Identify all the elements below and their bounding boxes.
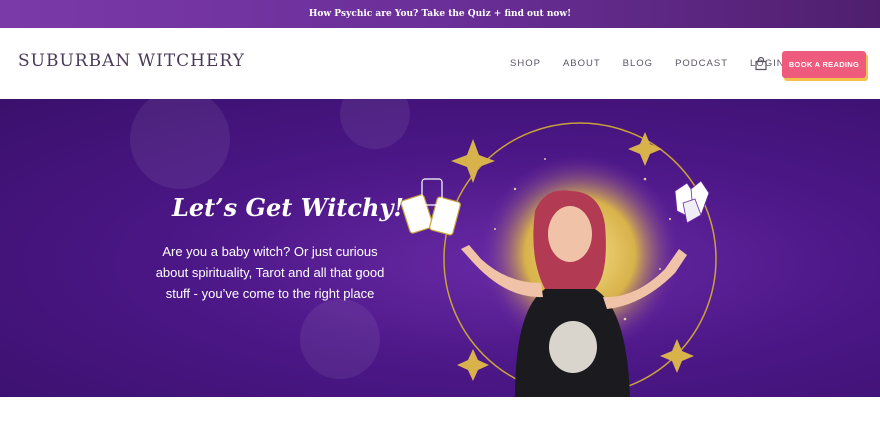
site-logo[interactable]: SUBURBAN WITCHERY xyxy=(18,51,245,71)
moon-decoration xyxy=(130,99,230,189)
hero-description: Are you a baby witch? Or just curious ab… xyxy=(155,244,385,301)
star-icon xyxy=(660,339,694,373)
hero-section: Let’s Get Witchy! Are you a baby witch? … xyxy=(0,99,880,397)
tarot-cards-icon xyxy=(400,178,461,236)
moon-decoration xyxy=(300,299,380,379)
shopping-bag-icon[interactable] xyxy=(754,57,768,71)
star-icon xyxy=(451,139,495,183)
star-icon xyxy=(628,132,662,166)
hero-title: Let’s Get Witchy! xyxy=(172,193,404,222)
nav-item-podcast[interactable]: PODCAST xyxy=(675,58,728,69)
nav-item-blog[interactable]: BLOG xyxy=(623,58,653,69)
star-icon xyxy=(457,349,489,381)
hero-illustration xyxy=(400,122,717,397)
below-fold xyxy=(0,397,880,435)
crystals-icon xyxy=(674,180,710,224)
nav-item-shop[interactable]: SHOP xyxy=(510,58,541,69)
announcement-bar[interactable]: How Psychic are You? Take the Quiz + fin… xyxy=(0,0,880,28)
nav-item-about[interactable]: ABOUT xyxy=(563,58,601,69)
book-a-reading-button[interactable]: BOOK A READING xyxy=(782,51,866,78)
announcement-text[interactable]: How Psychic are You? Take the Quiz + fin… xyxy=(309,9,571,19)
site-header: SUBURBAN WITCHERY SHOP ABOUT BLOG PODCAS… xyxy=(0,28,880,99)
